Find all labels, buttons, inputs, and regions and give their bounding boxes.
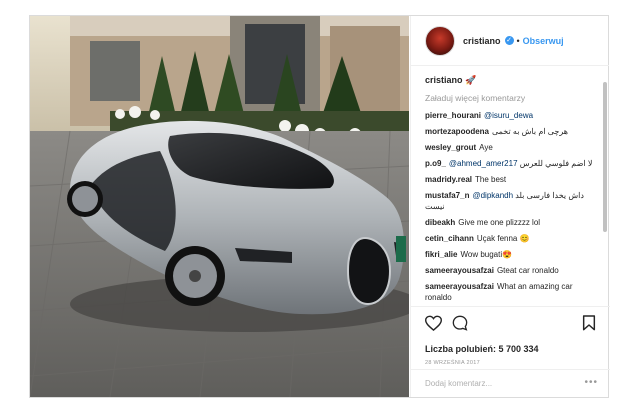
comment-username[interactable]: p.o9_ — [425, 159, 446, 168]
comment-username[interactable]: wesley_grout — [425, 143, 476, 152]
comment-text: Give me one plizzzz lol — [458, 218, 541, 227]
header-separator: • — [516, 35, 520, 46]
list-item: pierre_hourani @isuru_dewa — [425, 110, 601, 121]
action-icons — [424, 315, 596, 336]
comment-username[interactable]: mortezapoodena — [425, 127, 489, 136]
post-actions: Liczba polubień: 5 700 334 28 września 2… — [411, 306, 610, 369]
instagram-post: cristiano ✓ • Obserwuj cristiano 🚀 Załad… — [29, 15, 610, 398]
list-item: fikri_alie Wow bugati😍 — [425, 249, 601, 260]
comment-username[interactable]: dibeakh — [425, 218, 455, 227]
comment-text: هرچی ام باش به تخمی — [492, 127, 568, 136]
post-date: 28 września 2017 — [425, 360, 480, 366]
bookmark-icon[interactable] — [582, 315, 596, 336]
post-header: cristiano ✓ • Obserwuj — [411, 16, 609, 66]
list-item: dibeakh Give me one plizzzz lol — [425, 217, 601, 228]
comment-username[interactable]: cetin_cihann — [425, 234, 474, 243]
post-photo[interactable] — [30, 16, 409, 397]
list-item: wesley_grout Aye — [425, 142, 601, 153]
follow-button[interactable]: Obserwuj — [523, 36, 564, 46]
comments-list[interactable]: cristiano 🚀 Załaduj więcej komentarzy pi… — [411, 67, 601, 306]
verified-badge-icon: ✓ — [504, 36, 514, 45]
comment-username[interactable]: sameerayousafzai — [425, 282, 494, 291]
list-item: cetin_cihann Uçak fenna 😊 — [425, 233, 601, 244]
comments-scroll-thumb[interactable] — [603, 82, 607, 232]
car-photo-illustration — [30, 16, 409, 397]
likes-value: 5 700 334 — [498, 344, 539, 354]
post-sidebar: cristiano ✓ • Obserwuj cristiano 🚀 Załad… — [410, 16, 610, 397]
comment-text: Wow bugati😍 — [460, 250, 513, 259]
post-caption: cristiano 🚀 — [425, 75, 601, 86]
comment-icon[interactable] — [452, 315, 468, 336]
comment-text: Aye — [479, 143, 493, 152]
comment-text: Uçak fenna 😊 — [476, 234, 530, 243]
avatar[interactable] — [425, 25, 455, 56]
comment-username[interactable]: madridy.real — [425, 175, 472, 184]
add-comment-input[interactable]: Dodaj komentarz... ••• — [411, 369, 610, 397]
comment-mention[interactable]: @ahmed_amer217 — [449, 159, 518, 168]
list-item: madridy.real The best — [425, 174, 601, 185]
comment-text: لا اضم فلوسي للعرس — [519, 159, 593, 168]
comment-username[interactable]: pierre_hourani — [425, 111, 481, 120]
caption-username[interactable]: cristiano — [425, 75, 463, 85]
rocket-icon: 🚀 — [465, 75, 477, 85]
list-item: sameerayousafzai Gteat car ronaldo — [425, 265, 601, 276]
comment-text: Gteat car ronaldo — [496, 266, 559, 275]
comment-username[interactable]: sameerayousafzai — [425, 266, 494, 275]
load-more-comments-button[interactable]: Załaduj więcej komentarzy — [425, 93, 601, 103]
list-item: mortezapoodena هرچی ام باش به تخمی — [425, 126, 601, 137]
list-item: mustafa7_n @dipkandh داش یخدا فارسی بلد ن… — [425, 190, 601, 212]
comment-mention[interactable]: @isuru_dewa — [484, 111, 533, 120]
heart-icon[interactable] — [424, 315, 443, 336]
header-username[interactable]: cristiano — [463, 36, 501, 46]
likes-count[interactable]: Liczba polubień: 5 700 334 — [425, 344, 596, 354]
comment-text: The best — [474, 175, 507, 184]
more-options-icon[interactable]: ••• — [584, 377, 598, 388]
comment-username[interactable]: mustafa7_n — [425, 191, 469, 200]
add-comment-placeholder: Dodaj komentarz... — [425, 379, 493, 388]
likes-label: Liczba polubień: — [425, 344, 496, 354]
comment-mention[interactable]: @dipkandh — [472, 191, 513, 200]
list-item: sameerayousafzai What an amazing car rona… — [425, 281, 601, 303]
list-item: p.o9_ @ahmed_amer217 لا اضم فلوسي للعرس — [425, 158, 601, 169]
comment-username[interactable]: fikri_alie — [425, 250, 457, 259]
